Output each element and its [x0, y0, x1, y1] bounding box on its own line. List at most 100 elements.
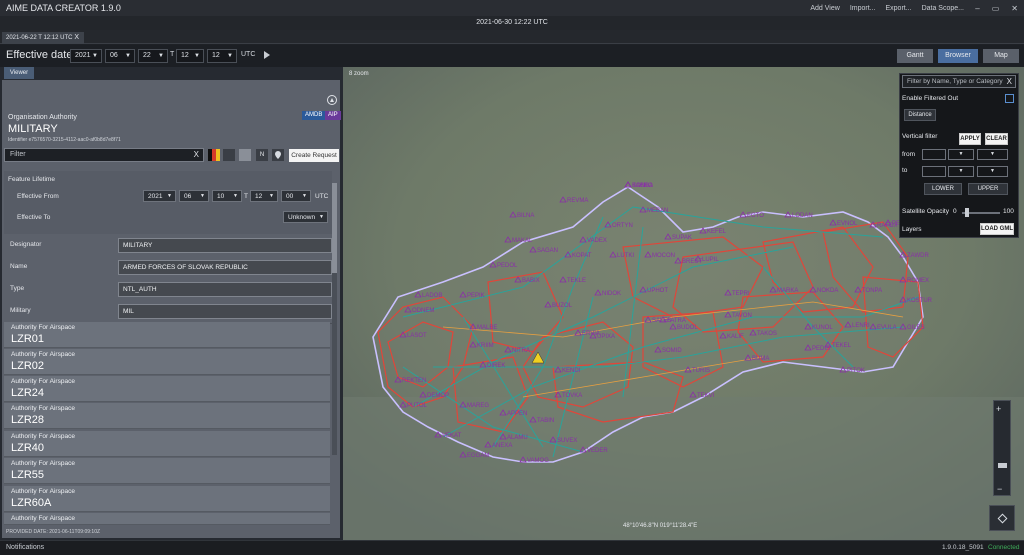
waypoint-label[interactable]: FATRA — [667, 318, 686, 324]
load-gml-button[interactable]: LOAD GML — [980, 223, 1014, 235]
authority-item[interactable]: Authority For Airspace LZR55 — [4, 458, 330, 484]
map-tool-icon[interactable] — [239, 149, 251, 161]
waypoint-label[interactable]: REVMA — [567, 198, 588, 204]
waypoint-label[interactable]: KALIF — [727, 334, 744, 340]
waypoint-label[interactable]: BREST — [682, 259, 702, 265]
gantt-view-button[interactable]: Gantt — [897, 49, 933, 63]
waypoint-label[interactable]: NITRA — [512, 348, 530, 354]
waypoint-label[interactable]: ORTYN — [612, 223, 633, 229]
waypoint-label[interactable]: MOCON — [652, 253, 675, 259]
effective-minute-select[interactable]: 12 ▼ — [207, 49, 237, 63]
location-pin-icon[interactable] — [272, 149, 284, 161]
upper-button[interactable]: UPPER — [968, 183, 1008, 195]
document-tab[interactable]: 2021-06-22 T 12:12 UTC X — [2, 32, 84, 44]
viewer-tab[interactable]: Viewer — [4, 67, 34, 79]
to-unit-select[interactable]: ▼ — [948, 166, 974, 177]
waypoint-label[interactable]: TAKOS — [757, 331, 777, 337]
waypoint-label[interactable]: EVNOL — [837, 221, 858, 227]
waypoint-label[interactable]: TURIS — [692, 368, 710, 374]
waypoint-label[interactable]: NOKDA — [817, 288, 838, 294]
waypoint-label[interactable]: LENRI — [852, 323, 870, 329]
waypoint-label[interactable]: LODAN — [792, 213, 813, 219]
pan-control[interactable] — [989, 505, 1015, 531]
waypoint-label[interactable]: LUPIL — [702, 257, 719, 263]
waypoint-label[interactable]: TONPA — [862, 288, 882, 294]
aip-badge[interactable]: AIP — [325, 111, 341, 120]
waypoint-label[interactable]: REKTEN — [402, 378, 426, 384]
waypoint-label[interactable]: MALBE — [477, 325, 497, 331]
type-field[interactable]: NTL_AUTH — [118, 282, 332, 297]
waypoint-label[interactable]: KEFEL — [707, 229, 727, 235]
waypoint-label[interactable]: EGGAM — [467, 453, 489, 459]
menu-data-scope[interactable]: Data Scope... — [922, 5, 964, 12]
satellite-opacity-thumb[interactable] — [965, 208, 969, 217]
waypoint-label[interactable]: PEPIK — [467, 293, 485, 299]
waypoint-label[interactable]: LADOB — [422, 293, 442, 299]
authority-item[interactable]: Authority For Airspace LZR60A — [4, 486, 330, 512]
authority-item[interactable]: Authority For Airspace — [4, 513, 330, 525]
effective-hour-select[interactable]: 12 ▼ — [176, 49, 204, 63]
from-ref-select[interactable]: ▼ — [977, 149, 1008, 160]
authority-item[interactable]: Authority For Airspace LZR40 — [4, 431, 330, 457]
waypoint-label[interactable]: EVULA — [877, 325, 897, 331]
north-tool-icon[interactable]: N — [256, 149, 268, 161]
waypoint-label[interactable]: ANEXA — [492, 443, 512, 449]
map-filter-clear-icon[interactable]: X — [1007, 76, 1012, 87]
waypoint-label[interactable]: PUTOL — [407, 403, 428, 409]
name-field[interactable]: ARMED FORCES OF SLOVAK REPUBLIC — [118, 260, 332, 275]
from-year-select[interactable]: 2021 ▼ — [143, 190, 176, 202]
waypoint-label[interactable]: NIDOK — [602, 291, 621, 297]
distance-button[interactable]: Distance — [904, 109, 936, 121]
apply-button[interactable]: APPLY — [959, 133, 981, 145]
waypoint-label[interactable]: SUVEX — [557, 438, 577, 444]
waypoint-label[interactable]: MAREG — [467, 403, 489, 409]
menu-import[interactable]: Import... — [850, 5, 876, 12]
effective-year-select[interactable]: 2021 ▼ — [70, 49, 102, 63]
waypoint-label[interactable]: TOVKA — [562, 393, 582, 399]
waypoint-label[interactable]: BUDOL — [677, 325, 698, 331]
waypoint-label[interactable]: LUTKI — [617, 253, 634, 259]
waypoint-label[interactable]: UPIXA — [597, 334, 615, 340]
waypoint-label[interactable]: ALAMU — [507, 435, 528, 441]
waypoint-label[interactable]: BILNA — [517, 213, 534, 219]
authority-item[interactable]: Authority For Airspace LZR28 — [4, 403, 330, 429]
effective-to-select[interactable]: Unknown ▼ — [283, 211, 328, 223]
waypoint-label[interactable]: ROMEX — [907, 278, 929, 284]
waypoint-label[interactable]: KOPAT — [572, 253, 592, 259]
flag-icon[interactable] — [208, 149, 220, 161]
waypoint-label[interactable]: BUMA — [752, 356, 769, 362]
waypoint-label[interactable]: KENDI — [562, 368, 581, 374]
waypoint-label[interactable]: MARKA — [777, 288, 798, 294]
waypoint-label[interactable]: ODNEM — [412, 308, 434, 314]
minimize-icon[interactable]: – — [975, 4, 979, 13]
clear-filter-icon[interactable]: X — [194, 149, 199, 161]
waypoint-label[interactable]: TEKLE — [567, 278, 586, 284]
waypoint-label[interactable]: SUPAK — [672, 235, 692, 241]
waypoint-label[interactable]: TEKVI — [697, 393, 715, 399]
waypoint-label[interactable]: SAGAN — [537, 248, 558, 254]
waypoint-label[interactable]: KOSTUR — [907, 298, 933, 304]
waypoint-label[interactable]: ZAWDR — [907, 253, 929, 259]
waypoint-label[interactable]: DIREK — [487, 363, 505, 369]
waypoint-label[interactable]: TABIN — [537, 418, 554, 424]
lower-button[interactable]: LOWER — [924, 183, 962, 195]
clear-button[interactable]: CLEAR — [985, 133, 1008, 145]
military-field[interactable]: MIL — [118, 304, 332, 319]
play-icon[interactable] — [264, 51, 270, 59]
enable-filtered-out-checkbox[interactable] — [1005, 94, 1014, 103]
waypoint-label[interactable]: VAMOG — [527, 458, 549, 464]
waypoint-label[interactable]: VEDER — [587, 448, 608, 454]
waypoint-label[interactable]: BABIX — [522, 278, 540, 284]
from-month-select[interactable]: 06 ▼ — [179, 190, 209, 202]
waypoint-label[interactable]: MEBAN — [647, 208, 668, 214]
waypoint-label[interactable]: TAVON — [732, 313, 752, 319]
from-hour-select[interactable]: 12 ▼ — [250, 190, 278, 202]
waypoint-label[interactable]: PEDOL — [497, 263, 518, 269]
to-ref-select[interactable]: ▼ — [977, 166, 1008, 177]
menu-add-view[interactable]: Add View — [810, 5, 839, 12]
waypoint-label[interactable]: BUZOL — [552, 303, 573, 309]
waypoint-label[interactable]: EGTO — [747, 213, 764, 219]
panel-scrollbar-thumb[interactable] — [332, 183, 337, 273]
waypoint-label[interactable]: LASOT — [407, 333, 427, 339]
authority-item[interactable]: Authority For Airspace LZR24 — [4, 376, 330, 402]
